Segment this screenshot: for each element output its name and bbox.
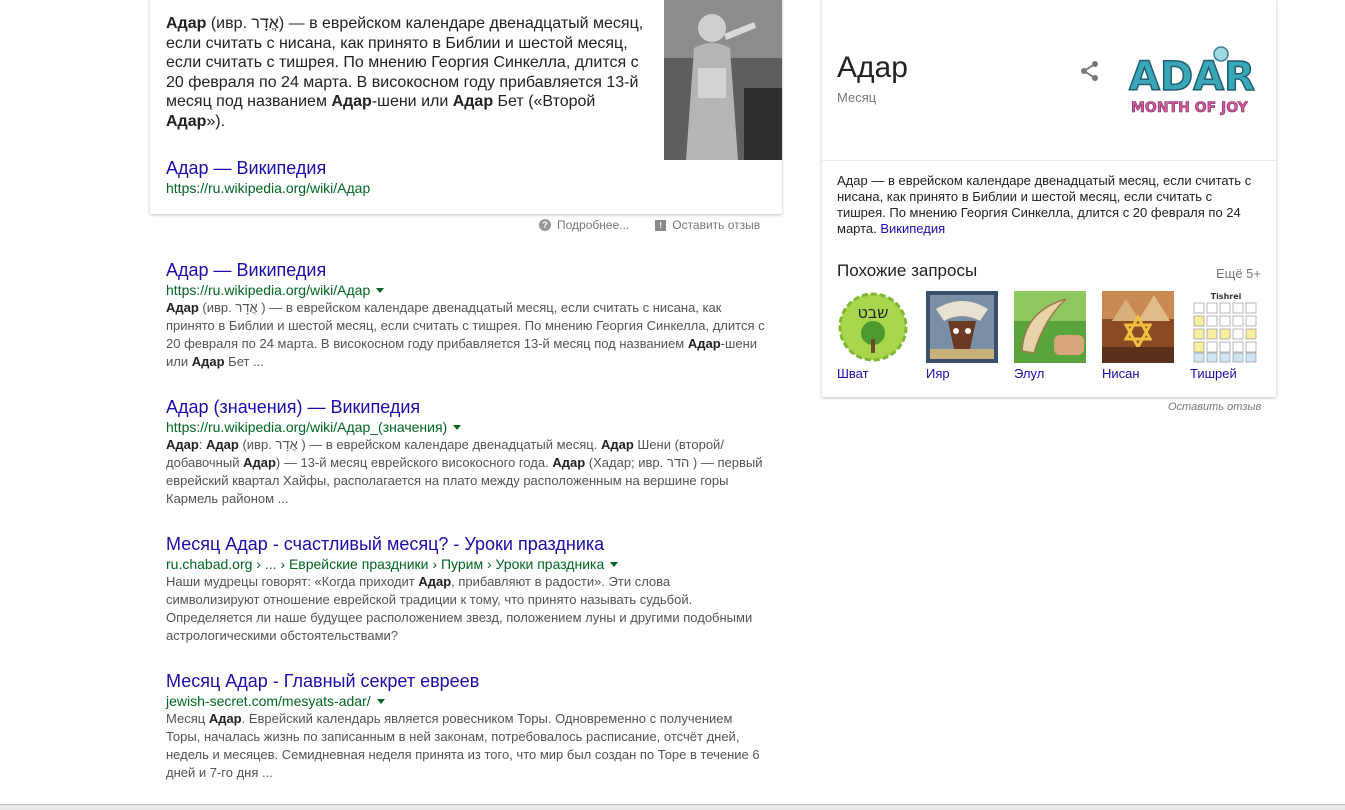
featured-snippet-text: Адар (ивр. אֲדָר) — в еврейском календар… <box>166 14 646 131</box>
result-snippet: Месяц Адар. Еврейский календарь является… <box>166 710 766 782</box>
snippet-text: : <box>198 437 207 452</box>
bold-term: Адар <box>166 300 199 315</box>
dropdown-arrow-icon[interactable] <box>376 287 385 293</box>
snippet-text: »). <box>206 112 226 130</box>
result-url: https://ru.wikipedia.org/wiki/Адар_(знач… <box>166 418 766 436</box>
tishrei-thumbnail[interactable]: Tishrei <box>1190 291 1262 363</box>
result-title[interactable]: Месяц Адар - счастливый месяц? - Уроки п… <box>166 533 766 555</box>
feedback-link[interactable]: Оставить отзыв <box>672 218 760 232</box>
search-result: Адар (значения) — Википедия https://ru.w… <box>166 396 766 508</box>
related-item-label[interactable]: Шват <box>837 366 909 381</box>
kp-description: Адар — в еврейском календаре двенадцатый… <box>837 173 1257 237</box>
result-title[interactable]: Месяц Адар - Главный секрет евреев <box>166 670 766 692</box>
snippet-text: ) — 13-й месяц еврейского високосного го… <box>275 455 553 470</box>
bottom-taskbar-edge <box>0 804 1345 810</box>
feedback-flag-icon: ! <box>655 219 667 231</box>
related-item-label[interactable]: Нисан <box>1102 366 1174 381</box>
bold-term: Адар <box>600 437 634 452</box>
snippet-text: Бет ... <box>224 354 264 369</box>
result-title[interactable]: Адар (значения) — Википедия <box>166 396 766 418</box>
search-result: Месяц Адар - счастливый месяц? - Уроки п… <box>166 533 766 645</box>
result-title[interactable]: Адар — Википедия <box>166 259 766 281</box>
bold-term: Адар <box>166 112 207 130</box>
kp-subtitle: Месяц <box>837 90 877 105</box>
result-snippet: Адар (ивр. אֲדָר ) — в еврейском календа… <box>166 299 766 371</box>
knowledge-panel: Адар Месяц ADAR MONTH OF JOY Адар — в ев… <box>822 0 1276 397</box>
related-item-iyar[interactable]: Ияр <box>926 291 998 381</box>
bold-term: Адар <box>166 15 207 32</box>
featured-result-url: https://ru.wikipedia.org/wiki/Адар <box>166 180 371 196</box>
dropdown-arrow-icon[interactable] <box>610 561 619 567</box>
result-url: https://ru.wikipedia.org/wiki/Адар <box>166 281 766 299</box>
featured-result-title[interactable]: Адар — Википедия <box>166 158 326 179</box>
result-url-text: https://ru.wikipedia.org/wiki/Адар <box>166 282 371 298</box>
result-snippet: Адар: Адар (ивр. אֲדָר ) — в еврейском к… <box>166 436 766 508</box>
bold-term: Адар <box>331 93 372 110</box>
nisan-thumbnail[interactable] <box>1102 291 1174 363</box>
result-url: jewish-secret.com/mesyats-adar/ <box>166 692 766 710</box>
elul-thumbnail[interactable] <box>1014 291 1086 363</box>
search-result: Месяц Адар - Главный секрет евреев jewis… <box>166 670 766 782</box>
help-icon: ? <box>539 219 551 231</box>
related-item-tishrei[interactable]: Tishrei Тишрей <box>1190 291 1262 381</box>
snippet-text: . Еврейский календарь является ровеснико… <box>166 711 760 780</box>
logo-bottom-text: MONTH OF JOY <box>1131 100 1249 116</box>
related-item-label[interactable]: Элул <box>1014 366 1086 381</box>
featured-photo[interactable] <box>664 0 782 160</box>
dropdown-arrow-icon[interactable] <box>453 424 462 430</box>
bold-term: Адар <box>206 437 239 452</box>
iyar-thumbnail[interactable] <box>926 291 998 363</box>
snippet-text: Бет («Второй <box>493 93 596 110</box>
related-item-nisan[interactable]: Нисан <box>1102 291 1174 381</box>
bold-term: Адар <box>552 455 586 470</box>
tishrei-thumb-text: Tishrei <box>1211 292 1242 301</box>
kp-title: Адар <box>837 51 908 84</box>
related-item-label[interactable]: Тишрей <box>1190 366 1262 381</box>
featured-feedback-row: ? Подробнее... ! Оставить отзыв <box>539 218 760 232</box>
result-url-text: jewish-secret.com/mesyats-adar/ <box>166 693 371 709</box>
shvat-thumbnail[interactable]: שבט <box>837 291 909 363</box>
snippet-text: (ивр. אֲדָר ) — в еврейском календаре дв… <box>238 437 601 452</box>
featured-snippet: Адар (ивр. אֲדָר) — в еврейском календар… <box>150 0 782 214</box>
adar-logo[interactable]: ADAR MONTH OF JOY <box>1125 46 1273 124</box>
kp-divider <box>822 160 1276 161</box>
kp-feedback-link[interactable]: Оставить отзыв <box>1168 401 1261 413</box>
result-snippet: Наши мудрецы говорят: «Когда приходит Ад… <box>166 573 766 645</box>
bold-term: Адар <box>208 711 242 726</box>
snippet-text: (ивр. אֲדָר ) — в еврейском календаре дв… <box>166 300 765 351</box>
related-item-elul[interactable]: Элул <box>1014 291 1086 381</box>
bold-term: Адар <box>191 354 225 369</box>
bold-term: Адар <box>687 336 721 351</box>
dropdown-arrow-icon[interactable] <box>376 698 385 704</box>
more-info-link[interactable]: Подробнее... <box>557 218 629 232</box>
kp-wikipedia-link[interactable]: Википедия <box>880 221 945 236</box>
snippet-text: -шени или <box>371 93 453 110</box>
snippet-text: Месяц <box>166 711 209 726</box>
snippet-text: Наши мудрецы говорят: «Когда приходит <box>166 574 419 589</box>
bold-term: Адар <box>166 437 199 452</box>
bold-term: Адар <box>418 574 452 589</box>
share-icon[interactable] <box>1079 60 1101 82</box>
result-url-text: https://ru.wikipedia.org/wiki/Адар_(знач… <box>166 419 448 435</box>
related-searches-heading: Похожие запросы <box>837 261 978 280</box>
shvat-hebrew-text: שבט <box>858 303 889 322</box>
related-item-label[interactable]: Ияр <box>926 366 998 381</box>
logo-top-text: ADAR <box>1129 54 1255 100</box>
bold-term: Адар <box>243 455 276 470</box>
result-url-text: ru.chabad.org › ... › Еврейские праздник… <box>166 556 605 572</box>
related-item-shvat[interactable]: שבט Шват <box>837 291 909 381</box>
result-url: ru.chabad.org › ... › Еврейские праздник… <box>166 555 766 573</box>
search-result: Адар — Википедия https://ru.wikipedia.or… <box>166 259 766 371</box>
bold-term: Адар <box>452 93 494 110</box>
more-related-link[interactable]: Ещё 5+ <box>1216 266 1261 281</box>
